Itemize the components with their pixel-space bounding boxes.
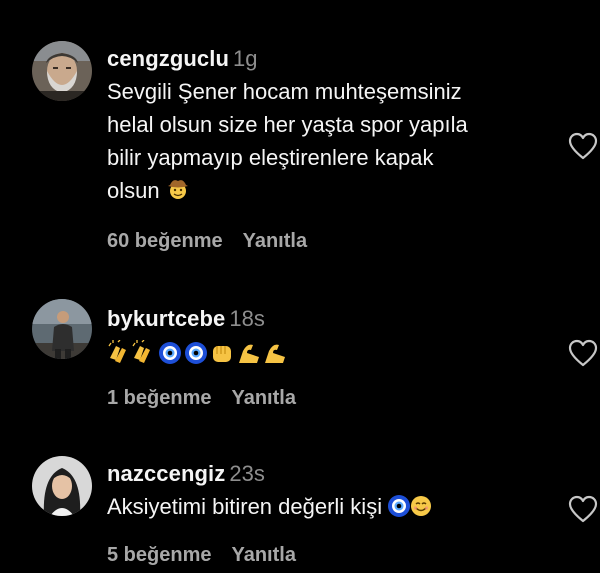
comment-actions: 60 beğenme Yanıtla: [107, 230, 327, 253]
comment-actions: 1 beğenme Yanıtla: [107, 387, 316, 410]
username[interactable]: nazccengiz: [107, 461, 225, 486]
timestamp[interactable]: 23s: [229, 461, 264, 486]
flexed-biceps-icon: [239, 344, 259, 363]
comment-text-line: olsun: [107, 178, 160, 203]
comment-text-line: bilir yapmayıp eleştirenlere kapak: [107, 145, 434, 170]
like-count[interactable]: 1 beğenme: [107, 387, 211, 409]
comment-body: cengzguclu 1g Sevgili Şener hocam muhteşe…: [107, 46, 557, 210]
nazar-amulet-icon: [388, 493, 411, 526]
flexed-biceps-icon: [265, 344, 285, 363]
like-count[interactable]: 5 beğenme: [107, 544, 211, 566]
comment-text: Sevgili Şener hocam muhteşemsiniz helal …: [107, 75, 557, 210]
username[interactable]: bykurtcebe: [107, 306, 225, 331]
heart-outline-icon[interactable]: [567, 494, 599, 524]
avatar[interactable]: [32, 299, 92, 359]
avatar[interactable]: [32, 41, 92, 101]
comment-header: cengzguclu 1g: [107, 46, 557, 72]
comment-item: nazccengiz 23s Aksiyetimi bitiren değerli…: [0, 430, 600, 573]
comment-text-line: Aksiyetimi bitiren değerli kişi: [107, 494, 383, 519]
clapping-hands-icon: [132, 339, 150, 363]
timestamp[interactable]: 1g: [233, 46, 257, 71]
cowboy-face-emoji-icon: [166, 177, 190, 210]
comment-header: bykurtcebe 18s: [107, 306, 557, 332]
timestamp[interactable]: 18s: [229, 306, 264, 331]
reply-button[interactable]: Yanıtla: [231, 544, 295, 566]
woman-avatar-icon: [32, 456, 92, 516]
fist-icon: [213, 346, 231, 362]
comment-actions: 5 beğenme Yanıtla: [107, 544, 316, 567]
comment-item: bykurtcebe 18s 1 beğenme Yanıtla: [0, 280, 600, 420]
reply-button[interactable]: Yanıtla: [231, 387, 295, 409]
comment-text-line: Sevgili Şener hocam muhteşemsiniz: [107, 79, 462, 104]
smiling-face-icon: [410, 493, 432, 526]
comment-header: nazccengiz 23s: [107, 461, 557, 487]
comment-body: bykurtcebe 18s: [107, 306, 557, 368]
man-standing-avatar-icon: [32, 299, 92, 359]
heart-outline-icon[interactable]: [567, 338, 599, 368]
avatar[interactable]: [32, 456, 92, 516]
reply-button[interactable]: Yanıtla: [243, 230, 307, 252]
nazar-amulet-icon: [185, 342, 207, 364]
nazar-amulet-icon: [159, 342, 181, 364]
clapping-hands-icon: [108, 339, 126, 363]
like-count[interactable]: 60 beğenme: [107, 230, 223, 252]
comment-item: cengzguclu 1g Sevgili Şener hocam muhteşe…: [0, 0, 600, 280]
comment-text: Aksiyetimi bitiren değerli kişi: [107, 490, 557, 526]
username[interactable]: cengzguclu: [107, 46, 229, 71]
comment-text-line-last: olsun: [107, 174, 557, 210]
comment-text-line: helal olsun size her yaşta spor yapıla: [107, 112, 468, 137]
comment-body: nazccengiz 23s Aksiyetimi bitiren değerli…: [107, 461, 557, 526]
comment-emoji-row: [107, 339, 557, 368]
man-grey-beard-avatar-icon: [32, 41, 92, 101]
heart-outline-icon[interactable]: [567, 131, 599, 161]
emoji-sequence-icon: [108, 339, 285, 364]
